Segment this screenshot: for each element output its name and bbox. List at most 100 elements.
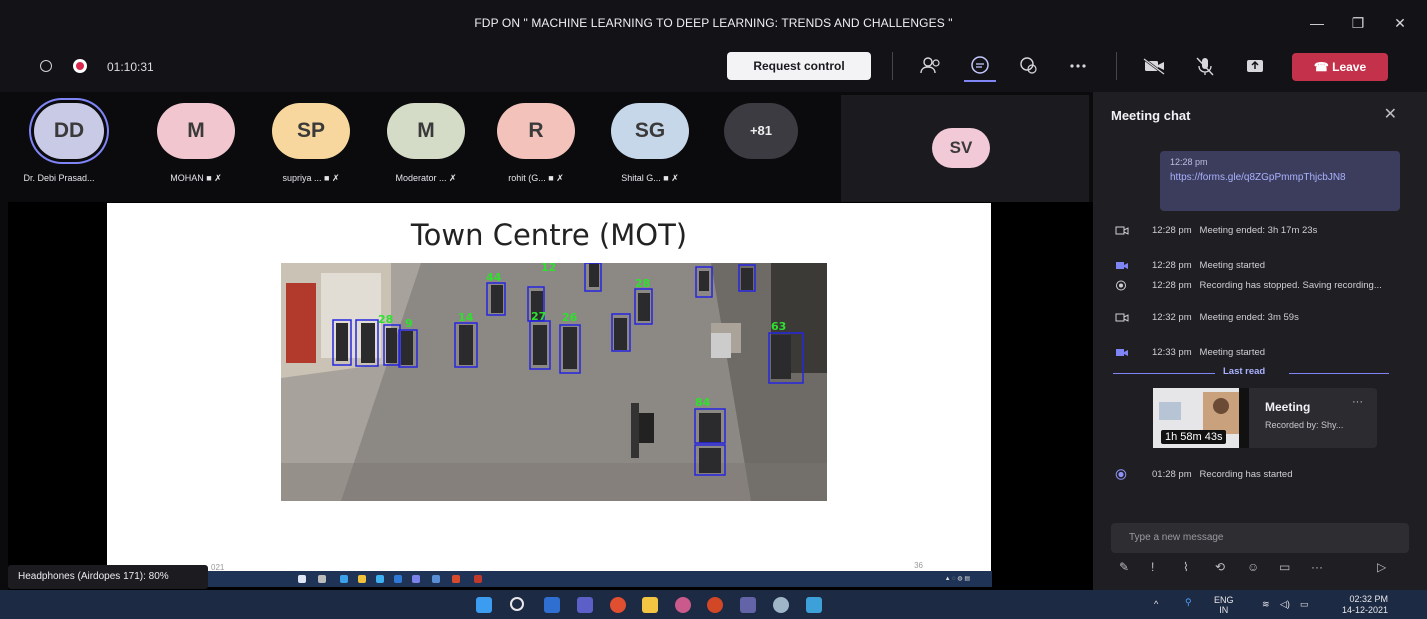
event-time: 01:28 pm <box>1152 469 1192 480</box>
participant-name: supriya ... <box>282 173 322 183</box>
participant-tile[interactable]: SG Shital G... ■ ✗ <box>611 103 689 184</box>
avatar: R <box>497 103 575 159</box>
tracking-image: 44 12 28 9 14 27 26 28 63 84 <box>281 263 827 501</box>
participant-label: Moderator ... ✗ <box>387 173 465 184</box>
gif-icon[interactable]: ▭ <box>1279 560 1290 574</box>
app-icon[interactable] <box>675 597 691 613</box>
app-icon <box>432 575 440 583</box>
chrome-icon[interactable] <box>610 597 626 613</box>
clock[interactable]: 02:32 PM 14-12-2021 <box>1342 594 1388 616</box>
mic-off-icon: ✗ <box>449 173 457 183</box>
send-icon[interactable]: ▷ <box>1377 560 1386 574</box>
loop-icon[interactable]: ⟲ <box>1215 560 1225 574</box>
divider <box>892 52 893 80</box>
event-text: Meeting started <box>1199 347 1266 358</box>
file-explorer-icon[interactable] <box>642 597 658 613</box>
mic-off-icon: ✗ <box>214 173 222 183</box>
maximize-icon[interactable]: ❐ <box>1346 12 1370 34</box>
meeting-timer: 01:10:31 <box>107 60 154 74</box>
share-screen-icon[interactable] <box>1240 52 1270 80</box>
close-window-icon[interactable]: ✕ <box>1388 12 1412 34</box>
camera-off-icon: ■ <box>206 173 212 183</box>
powerpoint-icon[interactable] <box>707 597 723 613</box>
mic-off-icon[interactable] <box>1190 52 1220 80</box>
participant-tile[interactable]: SP supriya ... ■ ✗ <box>272 103 350 184</box>
overflow-participants[interactable]: +81 <box>724 103 798 159</box>
presentation-slide: Town Centre (MOT) 44 12 28 9 14 27 26 28… <box>107 203 991 572</box>
leave-button[interactable]: ☎ Leave <box>1292 53 1388 81</box>
track-label: 63 <box>771 320 786 333</box>
request-control-button[interactable]: Request control <box>727 52 871 80</box>
chat-icon[interactable] <box>965 52 995 80</box>
recording-card[interactable]: 1h 58m 43s Meeting Recorded by: Shy... ·… <box>1153 388 1377 448</box>
mic-off-icon: ✗ <box>331 173 340 183</box>
chat-event: 12:28 pm Recording has stopped. Saving r… <box>1115 280 1405 291</box>
event-text: Meeting ended: 3m 59s <box>1199 312 1299 323</box>
camera-filled-icon <box>1116 349 1128 356</box>
chat-message-input[interactable]: Type a new message <box>1111 523 1409 553</box>
track-label: 14 <box>458 311 474 324</box>
language-indicator[interactable]: ENG IN <box>1214 595 1234 615</box>
store-icon <box>376 575 384 583</box>
camera-off-icon: ■ <box>324 173 330 183</box>
search-icon <box>318 575 326 583</box>
more-options-icon[interactable]: ··· <box>1311 560 1323 574</box>
priority-icon[interactable]: ! <box>1151 560 1154 574</box>
title-bar: FDP ON " MACHINE LEARNING TO DEEP LEARNI… <box>0 0 1427 46</box>
mic-off-icon: ✗ <box>556 173 564 183</box>
compose-toolbar: ✎ ! ⌇ ⟲ ☺ ▭ ··· ▷ <box>1119 560 1409 580</box>
camera-filled-icon <box>1116 262 1128 269</box>
search-icon[interactable] <box>510 597 524 611</box>
spotlight-participant[interactable]: SV <box>932 128 990 168</box>
chat-title: Meeting chat <box>1111 108 1191 123</box>
event-time: 12:28 pm <box>1152 260 1192 271</box>
teams-icon[interactable] <box>740 597 756 613</box>
avatar: DD <box>34 103 104 159</box>
track-label: 27 <box>531 310 546 323</box>
participant-tile[interactable]: M MOHAN ■ ✗ <box>157 103 235 184</box>
language-code: ENG <box>1214 595 1234 605</box>
divider <box>1113 373 1215 374</box>
windows-start-icon[interactable] <box>476 597 492 613</box>
recording-thumbnail: 1h 58m 43s <box>1153 388 1249 448</box>
event-time: 12:28 pm <box>1152 225 1192 236</box>
last-read-label: Last read <box>1223 366 1266 377</box>
region-code: IN <box>1219 605 1229 615</box>
location-icon: ⚲ <box>1185 597 1192 607</box>
participant-name: Dr. Debi Prasad... <box>23 173 95 183</box>
more-options-icon[interactable] <box>1063 52 1093 80</box>
settings-icon[interactable] <box>773 597 789 613</box>
message-link[interactable]: https://forms.gle/q8ZGpPmmpThjcbJN8 <box>1170 171 1390 185</box>
format-icon[interactable]: ✎ <box>1119 560 1129 574</box>
participant-tile[interactable]: M Moderator ... ✗ <box>387 103 465 184</box>
attach-icon[interactable]: ⌇ <box>1183 560 1189 574</box>
volume-icon[interactable]: ◁) <box>1280 599 1290 610</box>
windows-icon <box>298 575 306 583</box>
camera-off-icon[interactable] <box>1139 52 1169 80</box>
participant-tile[interactable]: DD Dr. Debi Prasad... <box>23 103 104 183</box>
task-view-icon[interactable] <box>544 597 560 613</box>
reactions-icon[interactable] <box>1014 52 1044 80</box>
battery-icon[interactable]: ▭ <box>1300 599 1309 610</box>
chat-event: 12:28 pm Meeting ended: 3h 17m 23s <box>1115 225 1405 236</box>
recording-title: Meeting <box>1265 400 1311 414</box>
minimize-icon[interactable]: — <box>1305 12 1329 34</box>
wifi-icon[interactable]: ≋ <box>1262 599 1270 610</box>
chat-event: 01:28 pm Recording has started <box>1115 469 1405 480</box>
recording-subtitle: Recorded by: Shy... <box>1265 420 1344 430</box>
leave-label: Leave <box>1332 60 1367 74</box>
participant-tile[interactable]: R rohit (G... ■ ✗ <box>497 103 575 184</box>
folder-icon <box>358 575 366 583</box>
record-filled-icon <box>1115 469 1127 480</box>
track-label: 28 <box>378 313 393 326</box>
more-options-icon[interactable]: ··· <box>1352 396 1363 408</box>
divider <box>1289 373 1389 374</box>
emoji-icon[interactable]: ☺ <box>1247 560 1259 574</box>
participant-label: supriya ... ■ ✗ <box>272 173 350 184</box>
people-icon[interactable] <box>916 52 946 80</box>
chat-app-icon[interactable] <box>577 597 593 613</box>
recording-indicator-icon <box>73 59 87 73</box>
chevron-up-icon[interactable]: ^ <box>1154 599 1158 609</box>
photos-icon[interactable] <box>806 597 822 613</box>
close-icon[interactable]: ✕ <box>1384 104 1397 124</box>
